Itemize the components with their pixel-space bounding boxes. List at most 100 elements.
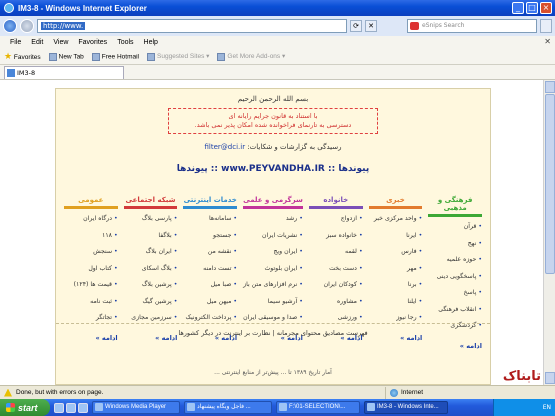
start-label: start bbox=[18, 402, 38, 413]
back-button[interactable] bbox=[3, 19, 17, 33]
hotmail-icon bbox=[91, 52, 100, 61]
category-link[interactable]: کودکان ایران bbox=[309, 281, 363, 298]
menu-file[interactable]: File bbox=[10, 39, 21, 46]
language-indicator[interactable]: EN bbox=[543, 404, 551, 411]
vertical-scrollbar[interactable] bbox=[543, 80, 555, 385]
refresh-icon[interactable]: ⟳ bbox=[350, 20, 362, 32]
taskbar-button-media-player[interactable]: Windows Media Player bbox=[92, 401, 180, 414]
fav-suggested-sites[interactable]: Suggested Sites ▾ bbox=[147, 52, 210, 61]
category-link[interactable]: آرشیو سیما bbox=[243, 298, 303, 315]
category-link[interactable]: صبا میل bbox=[183, 281, 237, 298]
scroll-thumb[interactable] bbox=[545, 94, 555, 274]
category-link[interactable]: مهر bbox=[369, 265, 423, 282]
tab-im3-8[interactable]: IM3-8 bbox=[4, 65, 124, 79]
quick-launch-icon[interactable] bbox=[54, 402, 64, 413]
category-link[interactable]: نقشه من bbox=[183, 248, 237, 265]
category-link[interactable]: سنجش bbox=[64, 248, 118, 265]
esnips-icon bbox=[410, 22, 419, 30]
warning-icon[interactable] bbox=[4, 388, 12, 397]
report-line: رسیدگی به گزارشات و شکایات: filter@dci.i… bbox=[56, 143, 490, 151]
category-link[interactable]: فارس bbox=[369, 248, 423, 265]
security-zone: Internet bbox=[385, 386, 424, 399]
watermark-logo: تابناک bbox=[502, 369, 542, 384]
category-link[interactable]: پاسخگویی دینی bbox=[428, 273, 482, 290]
category-link[interactable]: قیمت ها (۱۲۴) bbox=[64, 281, 118, 298]
fav-new-tab[interactable]: New Tab bbox=[48, 52, 84, 61]
category-link[interactable]: حوزه علمیه bbox=[428, 256, 482, 273]
category-link[interactable]: تست دامنه bbox=[183, 265, 237, 282]
start-button[interactable]: start bbox=[0, 399, 50, 416]
category-link[interactable]: بلاگفا bbox=[124, 232, 178, 249]
report-email-link[interactable]: filter@dci.ir bbox=[205, 143, 246, 151]
category-link[interactable]: نرم افزارهای متن باز bbox=[243, 281, 303, 298]
category-link[interactable]: انقلاب فرهنگی bbox=[428, 306, 482, 323]
more-link[interactable]: ادامه » bbox=[428, 342, 482, 350]
menu-edit[interactable]: Edit bbox=[31, 39, 43, 46]
menu-favorites[interactable]: Favorites bbox=[78, 39, 107, 46]
category-link[interactable]: سامانه‌ها bbox=[183, 215, 237, 232]
favorites-button[interactable]: ★ Favorites bbox=[4, 51, 41, 62]
quick-launch-icon[interactable] bbox=[66, 402, 76, 413]
category-link[interactable]: رشد bbox=[243, 215, 303, 232]
title-bar: IM3-8 - Windows Internet Explorer _ □ × bbox=[0, 0, 555, 16]
category-link[interactable]: ۱۱۸ bbox=[64, 232, 118, 249]
quick-launch-icon[interactable] bbox=[78, 402, 88, 413]
category-link[interactable]: نشریات ایران bbox=[243, 232, 303, 249]
links-title: پیوندها :: www.PEYVANDHA.IR :: پیوندها bbox=[56, 164, 490, 174]
category-link[interactable]: پرشین گیگ bbox=[124, 298, 178, 315]
address-input[interactable]: http://www. bbox=[37, 19, 347, 33]
category-link[interactable]: ایران بلاگ bbox=[124, 248, 178, 265]
bottom-links[interactable]: فهرست مصادیق محتوای مجرمانه | نظارت بر ا… bbox=[56, 323, 490, 337]
category-link[interactable]: ایران بلوتوث bbox=[243, 265, 303, 282]
taskbar-button-ie-active[interactable]: IM3-8 - Windows Inte... bbox=[364, 401, 448, 414]
category-link[interactable]: خانواده سبز bbox=[309, 232, 363, 249]
stop-icon[interactable]: ✕ bbox=[365, 20, 377, 32]
category-link[interactable]: ایران ویج bbox=[243, 248, 303, 265]
menu-help[interactable]: Help bbox=[144, 39, 158, 46]
close-button[interactable]: × bbox=[540, 2, 552, 14]
menu-view[interactable]: View bbox=[53, 39, 68, 46]
category-link[interactable]: کتاب اول bbox=[64, 265, 118, 282]
fav-suggested-label: Suggested Sites ▾ bbox=[157, 53, 210, 61]
search-input[interactable]: eSnips Search bbox=[407, 19, 537, 33]
links-site[interactable]: www.PEYVANDHA.IR bbox=[221, 164, 325, 174]
ie-icon bbox=[187, 403, 195, 411]
minimize-button[interactable]: _ bbox=[512, 2, 524, 14]
category-link[interactable]: پرشین بلاگ bbox=[124, 281, 178, 298]
forward-button[interactable] bbox=[20, 19, 34, 33]
fav-addons-label: Get More Add-ons ▾ bbox=[227, 53, 286, 61]
category-link[interactable]: ایلنا bbox=[369, 298, 423, 315]
category-link[interactable]: برنا bbox=[369, 281, 423, 298]
quick-launch bbox=[54, 402, 88, 413]
category-link[interactable]: دست بخت bbox=[309, 265, 363, 282]
category-link[interactable]: پارسی بلاگ bbox=[124, 215, 178, 232]
fav-addons[interactable]: Get More Add-ons ▾ bbox=[217, 52, 286, 61]
category-heading: عمومی bbox=[63, 196, 118, 209]
category-link[interactable]: پاسخ bbox=[428, 289, 482, 306]
menu-close-icon[interactable]: ✕ bbox=[544, 37, 551, 46]
category-link[interactable]: درگاه ایران bbox=[64, 215, 118, 232]
category-link[interactable]: قرآن bbox=[428, 223, 482, 240]
category-link[interactable]: مشاوره bbox=[309, 298, 363, 315]
category-link[interactable]: ثبت نامه bbox=[64, 298, 118, 315]
media-player-icon bbox=[95, 403, 103, 411]
category-link[interactable]: میهن میل bbox=[183, 298, 237, 315]
search-icon[interactable] bbox=[540, 19, 552, 33]
taskbar-button-folder[interactable]: F:\01-SELECTION\... bbox=[276, 401, 360, 414]
category-link[interactable]: نهج bbox=[428, 240, 482, 257]
category-link[interactable]: ازدواج bbox=[309, 215, 363, 232]
category-link[interactable]: ایرنا bbox=[369, 232, 423, 249]
filter-page: بسم الله الرحمن الرحيم با استناد به قانو… bbox=[55, 88, 491, 385]
address-url: http://www. bbox=[41, 22, 86, 30]
category-link[interactable]: لقمه bbox=[309, 248, 363, 265]
category-link[interactable]: بلاگ اسکای bbox=[124, 265, 178, 282]
fav-hotmail[interactable]: Free Hotmail bbox=[91, 52, 139, 61]
zone-label: Internet bbox=[401, 389, 424, 396]
maximize-button[interactable]: □ bbox=[526, 2, 538, 14]
taskbar: start Windows Media Player فاجل وبگاه پی… bbox=[0, 399, 555, 416]
taskbar-button-browser[interactable]: فاجل وبگاه پیشنهاد ... bbox=[184, 401, 272, 414]
menu-tools[interactable]: Tools bbox=[117, 39, 133, 46]
scroll-up-button[interactable] bbox=[545, 81, 555, 93]
category-link[interactable]: جستجو bbox=[183, 232, 237, 249]
category-link[interactable]: واحد مرکزی خبر bbox=[369, 215, 423, 232]
